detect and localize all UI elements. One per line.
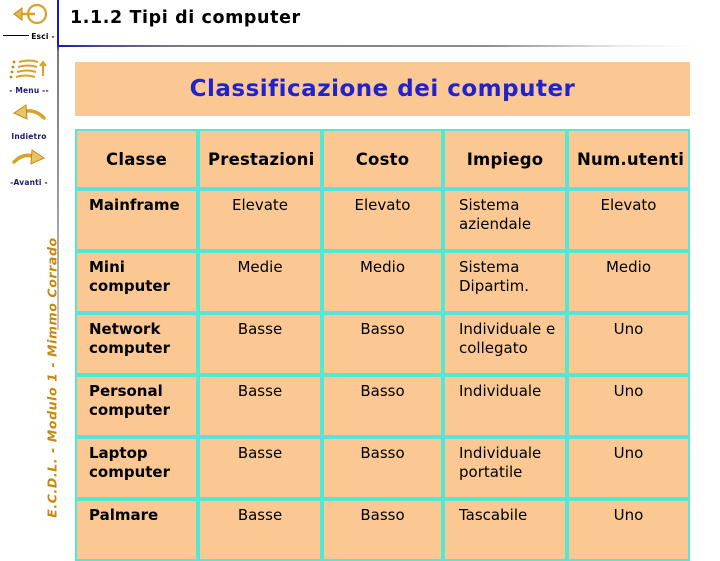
forward-arrow-icon — [0, 148, 58, 178]
cell-classe: Personal computer — [75, 375, 198, 437]
author-credit: E.C.D.L. - Modulo 1 - Mimmo Corrado — [44, 237, 60, 518]
exit-arrow-icon — [0, 2, 58, 32]
nav-label-esci: Esci - — [0, 32, 58, 41]
cell-impiego: Sistema aziendale — [443, 189, 567, 251]
page-title: 1.1.2 Tipi di computer — [70, 8, 301, 28]
nav-label-menu: - Menu -- — [9, 86, 49, 95]
cell-num-utenti: Uno — [567, 313, 690, 375]
cell-prestazioni: Medie — [198, 251, 322, 313]
table-row: Network computer Basse Basso Individuale… — [75, 313, 690, 375]
cell-impiego: Individuale — [443, 375, 567, 437]
table-row: Mini computer Medie Medio Sistema Dipart… — [75, 251, 690, 313]
table-row: Laptop computer Basse Basso Individuale … — [75, 437, 690, 499]
table-row: Personal computer Basse Basso Individual… — [75, 375, 690, 437]
cell-classe: Mini computer — [75, 251, 198, 313]
cell-costo: Basso — [322, 437, 443, 499]
column-header-prestazioni: Prestazioni — [198, 129, 322, 189]
banner-title: Classificazione dei computer — [189, 76, 576, 102]
cell-num-utenti: Uno — [567, 437, 690, 499]
back-arrow-icon — [0, 102, 58, 132]
cell-costo: Medio — [322, 251, 443, 313]
cell-impiego: Sistema Dipartim. — [443, 251, 567, 313]
cell-prestazioni: Basse — [198, 437, 322, 499]
cell-costo: Basso — [322, 375, 443, 437]
cell-costo: Basso — [322, 313, 443, 375]
cell-costo: Basso — [322, 499, 443, 561]
table-row: Mainframe Elevate Elevato Sistema aziend… — [75, 189, 690, 251]
nav-label-avanti: -Avanti - — [10, 178, 48, 187]
nav-label-indietro: Indietro — [11, 132, 47, 141]
menu-list-icon — [0, 56, 58, 86]
cell-num-utenti: Medio — [567, 251, 690, 313]
nav-button-esci[interactable]: Esci - — [0, 2, 58, 41]
cell-classe: Laptop computer — [75, 437, 198, 499]
cell-prestazioni: Basse — [198, 313, 322, 375]
cell-num-utenti: Elevato — [567, 189, 690, 251]
cell-impiego: Individuale e collegato — [443, 313, 567, 375]
column-header-classe: Classe — [75, 129, 198, 189]
table-header-row: Classe Prestazioni Costo Impiego Num.ute… — [75, 129, 690, 189]
column-header-impiego: Impiego — [443, 129, 567, 189]
column-header-costo: Costo — [322, 129, 443, 189]
nav-button-avanti[interactable]: -Avanti - — [0, 148, 58, 187]
cell-prestazioni: Basse — [198, 375, 322, 437]
nav-button-menu[interactable]: - Menu -- — [0, 56, 58, 95]
cell-prestazioni: Basse — [198, 499, 322, 561]
esci-rule — [3, 35, 30, 36]
cell-num-utenti: Uno — [567, 499, 690, 561]
cell-costo: Elevato — [322, 189, 443, 251]
column-header-num-utenti: Num.utenti — [567, 129, 690, 189]
cell-num-utenti: Uno — [567, 375, 690, 437]
computer-classification-table: Classe Prestazioni Costo Impiego Num.ute… — [75, 129, 690, 561]
nav-button-indietro[interactable]: Indietro — [0, 102, 58, 141]
cell-classe: Palmare — [75, 499, 198, 561]
cell-classe: Mainframe — [75, 189, 198, 251]
title-divider — [58, 45, 698, 47]
cell-impiego: Individuale portatile — [443, 437, 567, 499]
banner: Classificazione dei computer — [75, 62, 690, 116]
cell-classe: Network computer — [75, 313, 198, 375]
cell-prestazioni: Elevate — [198, 189, 322, 251]
cell-impiego: Tascabile — [443, 499, 567, 561]
table-row: Palmare Basse Basso Tascabile Uno — [75, 499, 690, 561]
